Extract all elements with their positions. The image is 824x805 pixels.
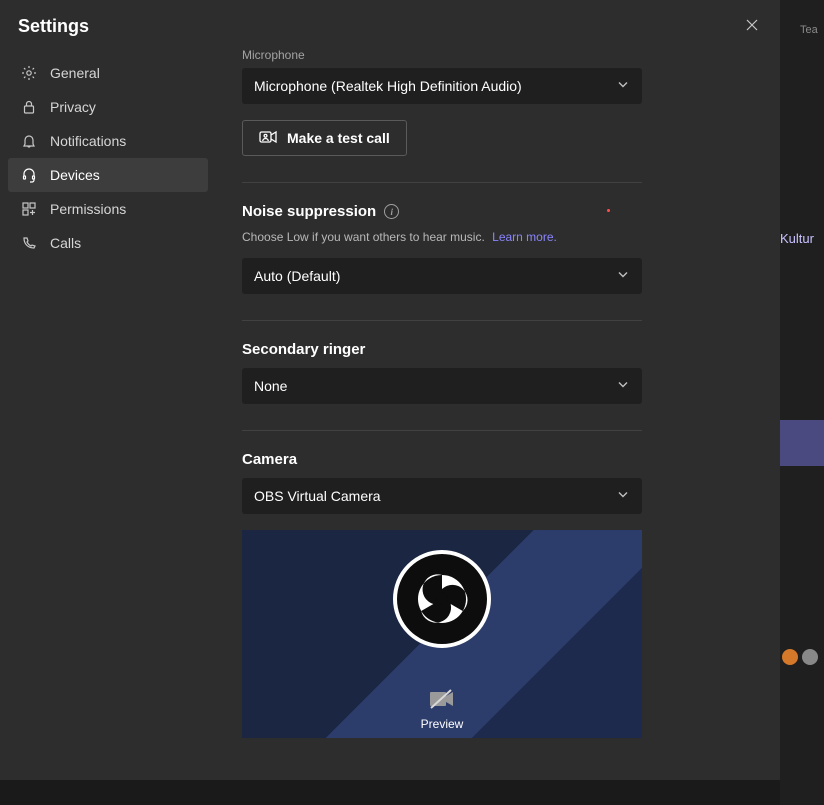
settings-sidebar: General Privacy Notifi xyxy=(0,48,208,780)
test-call-label: Make a test call xyxy=(287,130,390,146)
preview-footer: Preview xyxy=(242,680,642,738)
sidebar-item-calls[interactable]: Calls xyxy=(8,226,208,260)
microphone-label: Microphone xyxy=(242,48,740,62)
apps-icon xyxy=(20,200,38,218)
secondary-ringer-title: Secondary ringer xyxy=(242,341,642,358)
camera-off-icon xyxy=(427,688,457,715)
sidebar-item-label: General xyxy=(50,65,100,81)
chevron-down-icon xyxy=(616,488,630,505)
background-right-strip: Tea Kultur xyxy=(780,0,824,805)
helper-text: Choose Low if you want others to hear mu… xyxy=(242,230,485,244)
chevron-down-icon xyxy=(616,78,630,95)
bg-text-tea: Tea xyxy=(800,24,818,36)
sidebar-item-label: Privacy xyxy=(50,99,96,115)
sidebar-item-devices[interactable]: Devices xyxy=(8,158,208,192)
bg-purple-bar xyxy=(780,420,824,466)
noise-suppression-select-value: Auto (Default) xyxy=(254,268,340,284)
camera-select[interactable]: OBS Virtual Camera xyxy=(242,478,642,514)
sidebar-item-label: Calls xyxy=(50,235,81,251)
bell-icon xyxy=(20,132,38,150)
bg-avatar-2 xyxy=(802,649,818,665)
preview-label: Preview xyxy=(421,717,464,731)
noise-suppression-title-text: Noise suppression xyxy=(242,203,376,220)
close-icon xyxy=(746,19,758,34)
noise-suppression-helper: Choose Low if you want others to hear mu… xyxy=(242,230,642,244)
close-button[interactable] xyxy=(738,12,766,40)
noise-suppression-title: Noise suppression i xyxy=(242,203,642,220)
gear-icon xyxy=(20,64,38,82)
lock-icon xyxy=(20,98,38,116)
sidebar-item-notifications[interactable]: Notifications xyxy=(8,124,208,158)
video-person-icon xyxy=(259,130,277,147)
camera-section: Camera OBS Virtual Camera xyxy=(242,430,642,738)
bg-avatar-1 xyxy=(782,649,798,665)
secondary-ringer-section: Secondary ringer None xyxy=(242,320,642,404)
bg-text-kultur: Kultur xyxy=(780,231,814,246)
camera-title: Camera xyxy=(242,451,642,468)
headset-icon xyxy=(20,166,38,184)
microphone-select[interactable]: Microphone (Realtek High Definition Audi… xyxy=(242,68,642,104)
microphone-select-value: Microphone (Realtek High Definition Audi… xyxy=(254,78,522,94)
settings-content-devices: Microphone Microphone (Realtek High Defi… xyxy=(208,48,780,780)
red-indicator-dot xyxy=(607,209,610,212)
secondary-ringer-select-value: None xyxy=(254,378,287,394)
sidebar-item-permissions[interactable]: Permissions xyxy=(8,192,208,226)
make-test-call-button[interactable]: Make a test call xyxy=(242,120,407,156)
chevron-down-icon xyxy=(616,378,630,395)
info-icon[interactable]: i xyxy=(384,204,399,219)
settings-dialog: Settings General xyxy=(0,0,780,780)
dialog-header: Settings xyxy=(0,0,780,48)
noise-suppression-section: Noise suppression i Choose Low if you wa… xyxy=(242,182,642,294)
sidebar-item-label: Notifications xyxy=(50,133,126,149)
sidebar-item-label: Permissions xyxy=(50,201,126,217)
phone-icon xyxy=(20,234,38,252)
obs-logo-icon xyxy=(393,550,491,648)
camera-preview: Preview xyxy=(242,530,642,738)
noise-suppression-select[interactable]: Auto (Default) xyxy=(242,258,642,294)
chevron-down-icon xyxy=(616,268,630,285)
camera-select-value: OBS Virtual Camera xyxy=(254,488,381,504)
learn-more-link[interactable]: Learn more. xyxy=(492,230,557,244)
sidebar-item-label: Devices xyxy=(50,167,100,183)
sidebar-item-general[interactable]: General xyxy=(8,56,208,90)
secondary-ringer-select[interactable]: None xyxy=(242,368,642,404)
sidebar-item-privacy[interactable]: Privacy xyxy=(8,90,208,124)
dialog-title: Settings xyxy=(18,16,89,37)
